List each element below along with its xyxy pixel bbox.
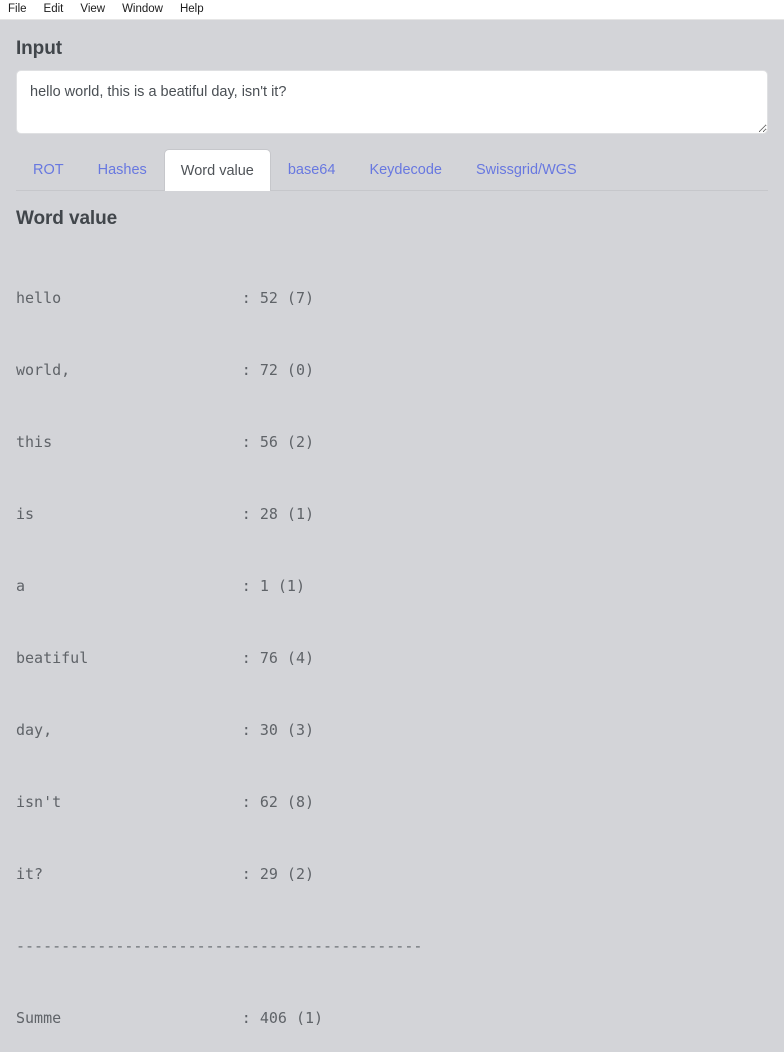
input-section-title: Input xyxy=(16,38,62,59)
word-value-row: beatiful : 76 (4) xyxy=(16,649,315,667)
word-value-row: isn't : 62 (8) xyxy=(16,793,315,811)
word-value-row: hello : 52 (7) xyxy=(16,289,315,307)
word-value-output: hello : 52 (7) world, : 72 (0) this : 56… xyxy=(16,238,768,1052)
tab-keydecode[interactable]: Keydecode xyxy=(352,149,459,190)
app-body: Input ROT Hashes Word value base64 Keyde… xyxy=(0,38,784,1052)
menu-item-window[interactable]: Window xyxy=(122,0,172,19)
menu-item-view[interactable]: View xyxy=(80,0,114,19)
tab-rot[interactable]: ROT xyxy=(16,149,81,190)
word-value-total-row: Summe : 406 (1) xyxy=(16,1009,324,1027)
menu-item-help[interactable]: Help xyxy=(180,0,213,19)
word-value-row: this : 56 (2) xyxy=(16,433,315,451)
input-textarea[interactable] xyxy=(16,70,768,134)
word-value-row: world, : 72 (0) xyxy=(16,361,315,379)
tab-hashes[interactable]: Hashes xyxy=(81,149,164,190)
tab-bar: ROT Hashes Word value base64 Keydecode S… xyxy=(16,149,768,191)
input-textarea-wrapper xyxy=(16,70,768,134)
tab-base64[interactable]: base64 xyxy=(271,149,353,190)
menu-item-edit[interactable]: Edit xyxy=(44,0,73,19)
menu-bar: File Edit View Window Help xyxy=(0,0,784,20)
tab-swissgrid-wgs[interactable]: Swissgrid/WGS xyxy=(459,149,594,190)
word-value-row: it? : 29 (2) xyxy=(16,865,315,883)
result-section-title: Word value xyxy=(16,208,118,229)
separator-line: ----------------------------------------… xyxy=(16,937,423,955)
word-value-row: a : 1 (1) xyxy=(16,577,305,595)
word-value-row: is : 28 (1) xyxy=(16,505,315,523)
word-value-row: day, : 30 (3) xyxy=(16,721,315,739)
tab-word-value[interactable]: Word value xyxy=(163,149,271,191)
menu-item-file[interactable]: File xyxy=(8,0,36,19)
